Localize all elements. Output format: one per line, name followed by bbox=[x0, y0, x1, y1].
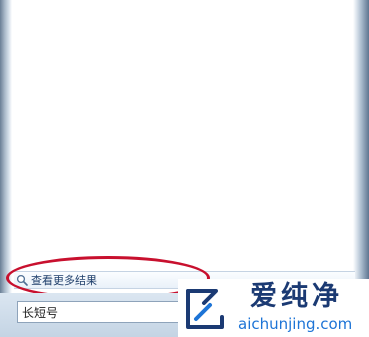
site-watermark: 爱纯净 aichunjing.com bbox=[178, 279, 369, 337]
search-input[interactable] bbox=[17, 301, 187, 323]
desktop-background-left bbox=[0, 0, 12, 337]
search-results-panel bbox=[12, 0, 353, 266]
see-more-results-label: 查看更多结果 bbox=[31, 274, 97, 287]
watermark-brand-name: 爱纯净 bbox=[250, 281, 343, 312]
watermark-logo-icon bbox=[186, 289, 224, 329]
search-icon bbox=[16, 274, 28, 286]
start-menu-screenshot: 查看更多结果 爱纯净 aichunjing.com bbox=[0, 0, 369, 337]
watermark-site-url: aichunjing.com bbox=[238, 315, 353, 333]
